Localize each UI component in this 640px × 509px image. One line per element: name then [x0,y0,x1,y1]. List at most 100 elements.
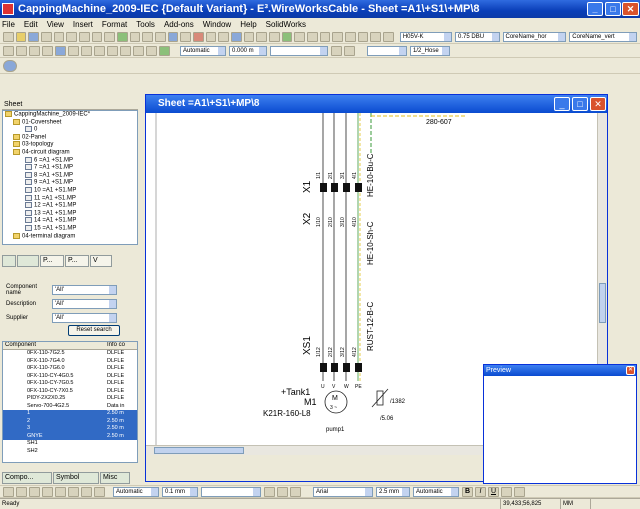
device-icon[interactable] [218,31,230,42]
column-header[interactable]: Component [3,342,107,349]
text-color-select[interactable]: Automatic [413,486,459,497]
reset-search-button[interactable]: Reset search [68,325,120,336]
bold-button[interactable]: B [462,486,473,497]
hatch-select[interactable] [367,45,407,56]
bus-icon[interactable] [383,31,394,42]
component-row[interactable]: SH2 [3,448,137,456]
node-icon[interactable] [357,31,369,42]
menu-format[interactable]: Format [102,20,127,29]
menu-view[interactable]: View [47,20,64,29]
rotate-icon[interactable] [29,45,40,56]
supplier-select[interactable]: 'All' [52,312,117,323]
menu-help[interactable]: Help [240,20,256,29]
tree-item[interactable]: 04-terminal diagram [3,232,137,241]
fill-icon[interactable] [264,486,275,497]
component-row[interactable]: 0FX-110-7G6.0 DLFLE [3,365,137,373]
minimize-button[interactable]: _ [587,2,603,16]
font-select[interactable]: Arial [313,486,373,497]
undo-icon[interactable] [91,31,103,42]
save-icon[interactable] [28,31,40,42]
zoom-icon[interactable] [117,31,128,42]
tree-root[interactable]: CappingMachine_2009-IEC* [3,111,137,119]
sheet-maximize-button[interactable]: □ [572,97,588,111]
component-row[interactable]: 0FX-110-7G2.5 DLFLE [3,350,137,358]
tree-item[interactable]: 6 =A1 +S1.MP [3,156,137,165]
menu-edit[interactable]: Edit [24,20,38,29]
tree-item[interactable]: 03-topology [3,141,137,149]
arrow-end-icon[interactable] [344,45,355,56]
stop-icon[interactable] [193,31,204,42]
component-row[interactable]: 3 2.50 m [3,425,137,433]
check-icon[interactable] [159,45,170,56]
redo-icon[interactable] [104,31,116,42]
tree-item[interactable]: 15 =A1 +S1.MP [3,224,137,233]
pan-icon[interactable] [180,31,192,42]
tree-item[interactable]: 14 =A1 +S1.MP [3,217,137,225]
tree-item[interactable]: 02-Panel [3,133,137,142]
shield-icon[interactable] [370,31,382,42]
draw-rect-icon[interactable] [29,486,40,497]
align-left-icon[interactable] [501,486,512,497]
core-name-vert-select[interactable]: CoreName_vert [569,31,637,42]
component-row[interactable]: 0FX-110-7G4.0 DLFLE [3,358,137,366]
preview-close-button[interactable]: ✕ [626,366,635,375]
arc-icon[interactable] [345,31,356,42]
move-icon[interactable] [16,45,27,56]
tab-p1[interactable]: P... [40,255,64,267]
component-row[interactable] [3,455,137,462]
draw-image-icon[interactable] [94,486,105,497]
mirror-icon[interactable] [42,45,53,56]
column-header[interactable]: Info co [107,342,137,349]
close-button[interactable]: ✕ [622,2,639,16]
cut-icon[interactable] [53,31,65,42]
attribute-icon[interactable] [133,45,144,56]
tab-devices[interactable] [17,255,39,267]
component-row[interactable]: 0FX-110-CY-4G0.5 DLFLE [3,373,137,381]
shadow-icon[interactable] [290,486,301,497]
tab-components[interactable]: Compo... [2,472,52,484]
draw-text-icon[interactable] [68,486,79,497]
graphic-style-select[interactable] [201,486,261,497]
draw-circle-icon[interactable] [42,486,53,497]
component-row[interactable]: PIDY-2X2X0.25 DLFLE [3,395,137,403]
tree-item[interactable]: 12 =A1 +S1.MP [3,202,137,210]
maximize-button[interactable]: □ [605,2,621,16]
tree-item[interactable]: 11 =A1 +S1.MP [3,194,137,203]
cable-icon[interactable] [231,31,242,42]
arrow-start-icon[interactable] [331,45,342,56]
menu-tools[interactable]: Tools [136,20,155,29]
front-icon[interactable] [94,45,105,56]
font-size-select[interactable]: 2.5 mm [376,486,410,497]
rect-icon[interactable] [319,31,331,42]
hscroll-thumb[interactable] [154,447,244,454]
print-icon[interactable] [41,31,52,42]
globe-icon[interactable] [3,59,17,72]
component-list[interactable]: Component Info co 0FX-110-7G2.5 DLFLE 0FX-… [2,341,138,463]
component-row[interactable]: SH1 [3,440,137,448]
graphic-color-select[interactable]: Automatic [113,486,159,497]
tree-item[interactable]: 10 =A1 +S1.MP [3,186,137,195]
pointer-icon[interactable] [3,486,14,497]
sheet-minimize-button[interactable]: _ [554,97,570,111]
line-style-select[interactable] [270,45,328,56]
symbol-icon[interactable] [281,31,293,42]
tree-item[interactable]: 13 =A1 +S1.MP [3,209,137,218]
line-icon[interactable] [307,31,318,42]
draw-line-icon[interactable] [16,486,27,497]
graphic-width-select[interactable]: 0.1 mm [162,486,198,497]
property-icon[interactable] [146,45,157,56]
wire-icon[interactable] [243,31,255,42]
ungroup-icon[interactable] [81,45,92,56]
component-row[interactable]: GNYE 2.50 m [3,432,137,440]
component-row[interactable]: 1 2.50 m [3,410,137,418]
draw-poly-icon[interactable] [55,486,66,497]
tree-item[interactable]: 8 =A1 +S1.MP [3,171,137,180]
italic-button[interactable]: I [475,486,486,497]
zoom-out-icon[interactable] [142,31,154,42]
align-icon[interactable] [55,45,66,56]
terminal-icon[interactable] [269,31,280,42]
tree-item[interactable]: 04-circuit diagram [3,148,137,157]
wire-size-select[interactable]: 0.75 DBU [455,31,500,42]
description-select[interactable]: 'All' [52,298,117,309]
line-color-select[interactable]: Automatic [180,45,226,56]
